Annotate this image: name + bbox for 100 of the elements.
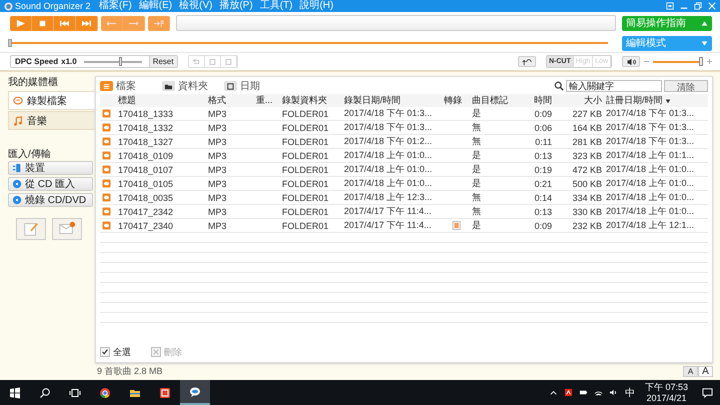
column-header[interactable]: 時間 [522,94,554,107]
folder-icon [164,82,173,90]
down-arrow-icon [701,40,708,46]
table-cell: 2017/4/18 上午 01:0... [344,164,432,174]
undo-button[interactable] [518,56,536,67]
table-cell: 330 KB [572,206,602,216]
view-tab[interactable]: 資料夾 [162,79,222,93]
column-header[interactable]: 轉錄 [442,94,470,107]
table-cell: 232 KB [572,220,602,230]
sort-down-icon [664,98,671,104]
table-cell: 170418_0109 [118,150,174,160]
table-cell: 2017/4/18 上午 12:3... [344,192,432,202]
list-icon [102,82,111,90]
plus-icon [707,59,712,64]
speaker-icon[interactable] [608,388,618,397]
transfer-button[interactable]: 裝置 [8,161,93,175]
note-button[interactable] [16,218,46,240]
speaker-icon [626,58,636,66]
table-cell: MP3 [208,220,227,230]
table-cell: 2017/4/18 下午 01:3... [606,108,694,118]
view-tab[interactable]: 日期 [224,79,284,93]
column-header[interactable]: 重... [254,94,280,107]
table-cell: 無 [472,122,481,132]
font-size-button[interactable]: A [698,366,713,377]
table-cell: 164 KB [572,122,602,132]
arrows-icon [106,18,117,28]
next-icon [81,18,92,28]
chevron-up-icon[interactable] [548,388,558,397]
table-cell: MP3 [208,206,227,216]
transfer-button[interactable]: 燒錄 CD/DVD [8,193,93,207]
table-cell: 0:11 [535,136,552,146]
view-tab[interactable]: 檔案 [100,79,160,93]
minus-icon [644,59,649,64]
a-b-forward-button[interactable] [123,16,145,30]
table-cell: 170417_2342 [118,206,174,216]
close-icon[interactable] [708,2,716,10]
stop-icon [37,18,48,28]
table-cell: 0:06 [534,122,552,132]
volume-handle[interactable] [698,56,702,66]
column-header[interactable]: 格式 [206,94,254,107]
speaker-button[interactable] [622,56,640,67]
table-cell: FOLDER01 [282,220,329,230]
table-cell: 2017/4/18 上午 01:0... [606,192,694,202]
select-all-button[interactable]: 全選 [100,346,131,358]
a-b-back-button[interactable] [101,16,123,30]
table-cell: 2017/4/18 上午 01:0... [344,178,432,188]
table-cell: MP3 [208,122,227,132]
transport-button[interactable] [10,16,32,30]
transfer-heading: 匯入/傳輸 [7,148,52,160]
library-tab[interactable]: 錄製檔案 [8,91,95,110]
table-cell: MP3 [208,178,227,188]
input-method-indicator[interactable]: 中 [624,386,635,400]
dpc-handle[interactable] [118,56,122,66]
table-cell: 472 KB [572,164,602,174]
up-arrow-icon [701,20,708,26]
device-icon [12,163,22,173]
table-cell: 2017/4/18 上午 12:1... [606,220,694,230]
search-field[interactable]: 輸入關鍵字 [566,80,662,92]
track-mark-button[interactable] [148,16,170,30]
shield-icon[interactable] [564,388,573,397]
table-cell: 2017/4/18 上午 01:1... [606,150,694,160]
recording-file-icon [102,193,111,202]
checkbox[interactable] [100,347,110,357]
clock[interactable]: 下午 07:53 2017/4/21 [644,382,688,404]
table-cell: 0:21 [534,178,552,188]
table-cell: 無 [472,136,481,146]
seek-bar[interactable] [8,39,608,47]
column-header[interactable]: 大小 [554,94,604,107]
font-size-button[interactable]: A [683,366,698,377]
table-cell: FOLDER01 [282,192,329,202]
column-header[interactable]: 標題 [116,94,206,107]
notepad-icon [22,220,40,238]
transport-button[interactable] [32,16,54,30]
square-icon [224,58,233,66]
column-header[interactable]: 錄製日期/時間 [342,94,442,107]
previous-icon [59,18,70,28]
mini-player-icon[interactable] [666,2,674,10]
table-cell: 0:13 [534,150,552,160]
mail-button[interactable] [52,218,82,240]
transport-button[interactable] [76,16,98,30]
battery-icon[interactable] [578,388,588,397]
table-cell: FOLDER01 [282,150,329,160]
library-tab[interactable]: 音樂 [8,111,95,130]
column-header[interactable]: 曲目標記 [470,94,522,107]
table-cell: 2017/4/17 下午 11:4... [344,206,432,216]
reset-button[interactable]: Reset [148,56,177,67]
restore-icon[interactable] [694,2,702,10]
table-cell: 是 [472,150,481,160]
column-header[interactable]: 錄製資料夾 [280,94,342,107]
clear-button[interactable]: 清除 [664,80,708,92]
column-header[interactable]: 註冊日期/時間 [604,94,708,107]
search-icon [554,81,564,91]
table-cell: FOLDER01 [282,178,329,188]
table-cell: 2017/4/18 上午 01:0... [606,164,694,174]
notification-icon[interactable] [702,387,713,398]
transport-button[interactable] [54,16,76,30]
table-cell: 是 [472,164,481,174]
table-cell: FOLDER01 [282,108,329,118]
seek-handle[interactable] [8,39,12,47]
transfer-button[interactable]: 從 CD 匯入 [8,177,93,191]
